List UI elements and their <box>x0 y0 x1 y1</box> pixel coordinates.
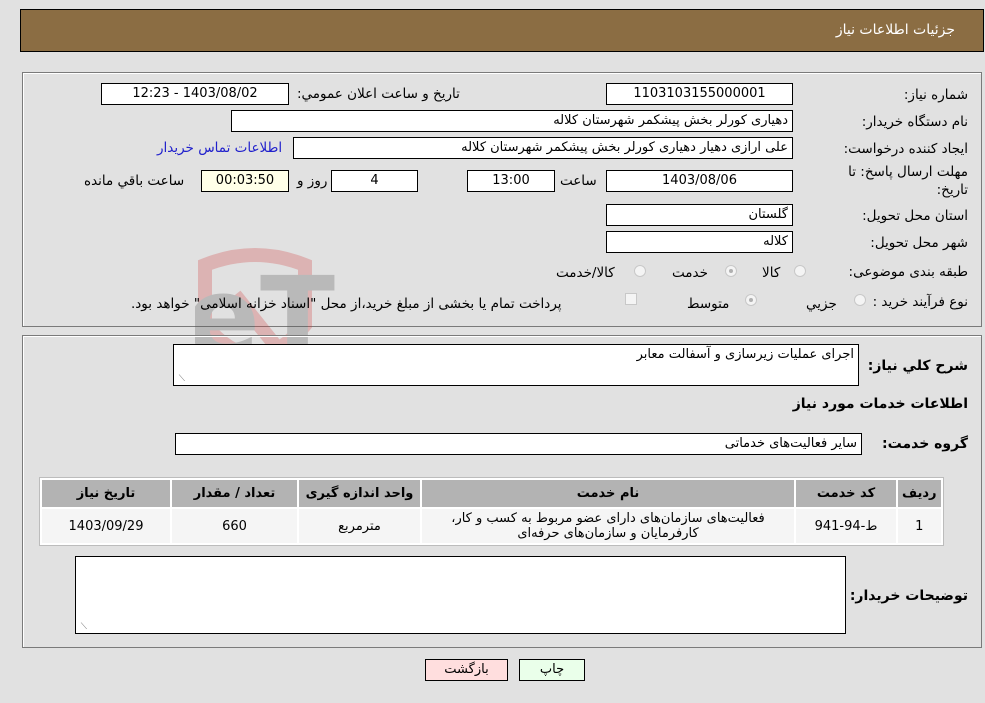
buyer-contact-link[interactable]: اطلاعات تماس خریدار <box>157 140 282 156</box>
cell-need-date: 1403/09/29 <box>42 509 170 543</box>
deadline-time-field[interactable]: 13:00 <box>467 170 555 192</box>
print-button[interactable]: چاپ <box>519 659 585 681</box>
col-header-quantity: تعداد / مقدار <box>172 480 297 507</box>
service-group-label: گروه خدمت: <box>882 436 968 452</box>
col-header-row-number: ردیف <box>898 480 941 507</box>
services-table-wrapper: ردیف کد خدمت نام خدمت واحد اندازه گیری ت… <box>39 477 944 546</box>
category-radio-goods[interactable] <box>794 265 806 277</box>
announce-datetime-field[interactable]: 1403/08/02 - 12:23 <box>101 83 289 105</box>
resize-grip-icon[interactable]: ⟋ <box>79 623 87 632</box>
page-header: جزئیات اطلاعات نیاز <box>20 9 984 52</box>
treasury-checkbox[interactable] <box>625 293 637 305</box>
purchase-radio-medium[interactable] <box>745 294 757 306</box>
purchase-type-label: نوع فرآیند خرید : <box>872 294 968 310</box>
deadline-label-date: تاریخ: <box>936 182 968 198</box>
buyer-org-label: نام دستگاه خریدار: <box>861 114 968 130</box>
deadline-date-field[interactable]: 1403/08/06 <box>606 170 793 192</box>
time-remaining-field: 00:03:50 <box>201 170 289 192</box>
category-radio-service[interactable] <box>725 265 737 277</box>
description-text: اجرای عملیات زیرسازی و آسفالت معابر <box>636 347 854 362</box>
services-section-title: اطلاعات خدمات مورد نیاز <box>792 396 968 412</box>
col-header-service-name: نام خدمت <box>422 480 794 507</box>
need-number-field[interactable]: 1103103155000001 <box>606 83 793 105</box>
need-number-label: شماره نیاز: <box>903 87 968 103</box>
description-textarea[interactable]: اجرای عملیات زیرسازی و آسفالت معابر ⟋ <box>173 344 859 386</box>
back-button[interactable]: بازگشت <box>425 659 508 681</box>
buyer-org-field[interactable]: دهیاری کورلر بخش پیشکمر شهرستان کلاله <box>231 110 793 132</box>
province-label: استان محل تحویل: <box>862 208 968 224</box>
col-header-unit: واحد اندازه گیری <box>299 480 420 507</box>
province-field[interactable]: گلستان <box>606 204 793 226</box>
cell-service-code: ط-94-941 <box>796 509 896 543</box>
col-header-service-code: کد خدمت <box>796 480 896 507</box>
cell-row-number: 1 <box>898 509 941 543</box>
announce-datetime-label: تاريخ و ساعت اعلان عمومي: <box>297 86 460 102</box>
category-option-goods: کالا <box>762 265 781 281</box>
page-title: جزئیات اطلاعات نیاز <box>835 22 955 38</box>
col-header-need-date: تاریخ نیاز <box>42 480 170 507</box>
category-label: طبقه بندی موضوعی: <box>848 264 968 280</box>
requester-field[interactable]: علی ارازی دهیار دهیاری کورلر بخش پیشکمر … <box>293 137 793 159</box>
table-header-row: ردیف کد خدمت نام خدمت واحد اندازه گیری ت… <box>42 480 941 507</box>
purchase-option-minor: جزيي <box>806 296 837 312</box>
resize-grip-icon[interactable]: ⟋ <box>177 375 185 384</box>
treasury-checkbox-label: پرداخت تمام یا بخشی از مبلغ خرید،از محل … <box>131 296 562 312</box>
cell-service-name: فعالیت‌های سازمان‌های دارای عضو مربوط به… <box>422 509 794 543</box>
buyer-notes-textarea[interactable]: ⟋ <box>75 556 846 634</box>
city-field[interactable]: کلاله <box>606 231 793 253</box>
category-radio-goods-service[interactable] <box>634 265 646 277</box>
services-table: ردیف کد خدمت نام خدمت واحد اندازه گیری ت… <box>39 477 944 546</box>
category-option-service: خدمت <box>672 265 708 281</box>
cell-unit: مترمربع <box>299 509 420 543</box>
cell-quantity: 660 <box>172 509 297 543</box>
buyer-notes-label: توضیحات خریدار: <box>849 588 968 604</box>
purchase-radio-minor[interactable] <box>854 294 866 306</box>
time-remaining-label: ساعت باقي مانده <box>84 173 185 189</box>
category-option-goods-service: کالا/خدمت <box>556 265 615 281</box>
days-remaining-field[interactable]: 4 <box>331 170 418 192</box>
city-label: شهر محل تحویل: <box>870 235 968 251</box>
deadline-time-label: ساعت <box>560 173 597 189</box>
days-label: روز و <box>297 173 328 189</box>
service-group-field[interactable]: سایر فعالیت‌های خدماتی <box>175 433 862 455</box>
description-label: شرح کلي نياز: <box>867 358 968 374</box>
purchase-option-medium: متوسط <box>687 296 730 312</box>
table-row: 1 ط-94-941 فعالیت‌های سازمان‌های دارای ع… <box>42 509 941 543</box>
deadline-label: مهلت ارسال پاسخ: تا <box>848 164 968 180</box>
requester-label: ایجاد کننده درخواست: <box>843 141 968 157</box>
